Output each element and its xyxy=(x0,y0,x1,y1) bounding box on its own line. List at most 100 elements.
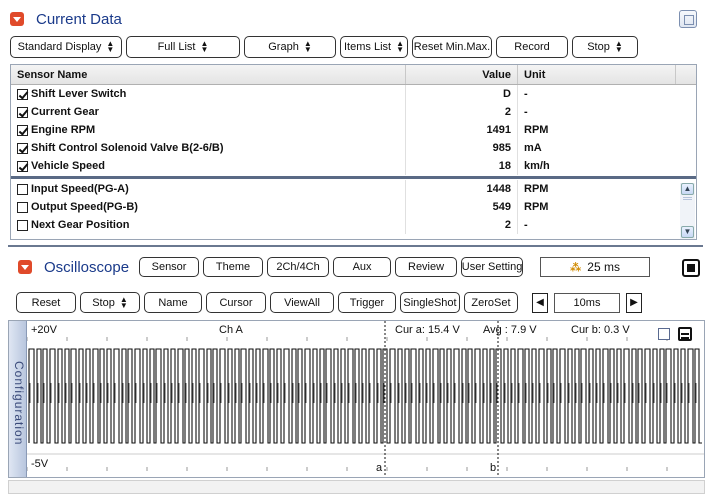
sensor-value: 2 xyxy=(406,103,518,121)
sensor-unit: - xyxy=(524,219,528,231)
stop-square-icon[interactable] xyxy=(682,259,700,277)
tab-theme[interactable]: Theme xyxy=(203,257,264,277)
sensor-value: 549 xyxy=(406,198,518,216)
row-checkbox[interactable] xyxy=(17,183,28,195)
other-sensor-rows: Input Speed(PG-A) 1448 RPM Output Speed(PG-… xyxy=(11,180,696,234)
trigger-button[interactable]: Trigger xyxy=(338,292,396,313)
cursor-b-marker[interactable]: b xyxy=(490,462,496,474)
configuration-side-tab[interactable]: Configuration xyxy=(9,321,27,477)
table-row[interactable]: Next Gear Position 2- xyxy=(11,216,696,234)
column-header-unit[interactable]: Unit xyxy=(518,65,676,84)
row-checkbox[interactable] xyxy=(17,160,28,172)
sensor-name: Input Speed(PG-A) xyxy=(31,183,129,195)
name-button[interactable]: Name xyxy=(144,292,202,313)
sensor-name: Engine RPM xyxy=(31,124,96,136)
standard-display-button-label: Standard Display xyxy=(17,41,102,53)
reset-min-max-button-label: Reset Min.Max. xyxy=(413,41,491,53)
sensor-unit: mA xyxy=(524,142,542,154)
sample-rate-icon: ⁂ xyxy=(570,261,582,274)
scroll-down-icon[interactable]: ▼ xyxy=(681,226,694,238)
record-button-label: Record xyxy=(514,41,550,53)
row-checkbox[interactable] xyxy=(17,88,28,100)
tab-review[interactable]: Review xyxy=(395,257,458,277)
cursor-button[interactable]: Cursor xyxy=(206,292,266,313)
table-row[interactable]: Output Speed(PG-B) 549 RPM xyxy=(11,198,696,216)
sensor-name: Shift Lever Switch xyxy=(31,88,127,100)
timebase-decrease-icon[interactable]: ◀ xyxy=(532,292,548,313)
zeroset-button[interactable]: ZeroSet xyxy=(464,292,518,313)
stop-button-label: Stop xyxy=(92,296,115,309)
sensor-value: 985 xyxy=(406,139,518,157)
graph-button-label: Graph xyxy=(268,41,299,53)
plot-layout-icon[interactable] xyxy=(678,327,692,341)
reset-min-max-button[interactable]: Reset Min.Max. xyxy=(412,36,492,58)
sensor-name-cell: Shift Lever Switch xyxy=(11,85,406,103)
sensor-unit: - xyxy=(524,88,528,100)
oscilloscope-collapse-icon[interactable] xyxy=(18,260,32,274)
table-row[interactable]: Input Speed(PG-A) 1448 RPM xyxy=(11,180,696,198)
table-row[interactable]: Shift Lever Switch D - xyxy=(11,85,696,103)
zeroset-button-label: ZeroSet xyxy=(471,296,511,309)
sensor-name-cell: Output Speed(PG-B) xyxy=(11,198,406,216)
timebase-increase-icon[interactable]: ▶ xyxy=(626,292,642,313)
singleshot-button[interactable]: SingleShot xyxy=(400,292,460,313)
row-checkbox[interactable] xyxy=(17,201,28,213)
tab-2ch-4ch[interactable]: 2Ch/4Ch xyxy=(267,257,330,277)
sensor-unit: - xyxy=(524,106,528,118)
standard-display-button[interactable]: Standard Display ▲ ▼ xyxy=(10,36,122,58)
scroll-grip[interactable] xyxy=(683,197,692,200)
sensor-unit: RPM xyxy=(524,183,549,195)
row-checkbox[interactable] xyxy=(17,124,28,136)
tab-user-setting[interactable]: User Setting xyxy=(461,257,524,277)
tab-aux[interactable]: Aux xyxy=(333,257,392,277)
table-scrollbar[interactable]: ▲ ▼ xyxy=(680,183,695,239)
sample-interval-display[interactable]: ⁂ 25 ms xyxy=(540,257,650,277)
full-list-button[interactable]: Full List ▲ ▼ xyxy=(126,36,240,58)
panel-separator xyxy=(8,245,703,247)
sensor-name: Output Speed(PG-B) xyxy=(31,201,138,213)
record-button[interactable]: Record xyxy=(496,36,568,58)
horizontal-scrollbar[interactable] xyxy=(8,480,705,494)
trigger-button-label: Trigger xyxy=(349,296,385,309)
row-checkbox[interactable] xyxy=(17,106,28,118)
singleshot-button-label: SingleShot xyxy=(403,296,457,309)
sensor-name-cell: Current Gear xyxy=(11,103,406,121)
collapse-toggle-icon[interactable] xyxy=(10,12,24,26)
graph-button[interactable]: Graph ▲ ▼ xyxy=(244,36,336,58)
table-row[interactable]: Current Gear 2- xyxy=(11,103,696,121)
restore-window-icon[interactable] xyxy=(679,10,697,28)
row-checkbox[interactable] xyxy=(17,219,28,231)
plot-option-checkbox[interactable] xyxy=(658,328,670,340)
tab-sensor[interactable]: Sensor xyxy=(139,257,200,277)
table-row[interactable]: Shift Control Solenoid Valve B(2-6/B) 985… xyxy=(11,139,696,157)
table-row[interactable]: Vehicle Speed 18 km/h xyxy=(11,157,696,175)
sensor-name: Next Gear Position xyxy=(31,219,130,231)
sensor-name-cell: Vehicle Speed xyxy=(11,157,406,175)
sensor-value: 1491 xyxy=(406,121,518,139)
column-header-value[interactable]: Value xyxy=(406,65,518,84)
oscilloscope-plot-area: Configuration +20V Ch A Cur a: 15.4 V Av… xyxy=(8,320,705,478)
items-list-button[interactable]: Items List ▲ ▼ xyxy=(340,36,408,58)
stop-button[interactable]: Stop ▲ ▼ xyxy=(80,292,140,313)
name-button-label: Name xyxy=(158,296,188,309)
cursor-a-marker[interactable]: a xyxy=(376,462,382,474)
selected-sensor-rows: Shift Lever Switch D - Current Gear 2- Engine… xyxy=(11,85,696,175)
spinner-icon: ▲ ▼ xyxy=(200,39,209,54)
row-checkbox[interactable] xyxy=(17,142,28,154)
waveform-canvas[interactable] xyxy=(27,321,704,477)
oscilloscope-toolbar: Reset Stop ▲ ▼ Name Cursor ViewAll Trigger Singl… xyxy=(16,292,642,313)
column-header-sensor-name[interactable]: Sensor Name xyxy=(11,65,406,84)
viewall-button[interactable]: ViewAll xyxy=(270,292,334,313)
cursor-button-label: Cursor xyxy=(219,296,253,309)
sensor-name-cell: Engine RPM xyxy=(11,121,406,139)
oscilloscope-header: Oscilloscope Sensor Theme 2Ch/4Ch Aux Review… xyxy=(18,256,524,278)
timebase-field[interactable]: 10ms xyxy=(554,292,620,313)
spinner-icon: ▲ ▼ xyxy=(106,39,115,54)
stop-button[interactable]: Stop ▲ ▼ xyxy=(572,36,638,58)
table-row[interactable]: Engine RPM 1491 RPM xyxy=(11,121,696,139)
channel-label: Ch A xyxy=(219,324,243,336)
reset-button[interactable]: Reset xyxy=(16,292,76,313)
sensor-unit: km/h xyxy=(524,160,550,172)
scroll-up-icon[interactable]: ▲ xyxy=(681,183,694,195)
sample-interval-value: 25 ms xyxy=(587,260,620,274)
